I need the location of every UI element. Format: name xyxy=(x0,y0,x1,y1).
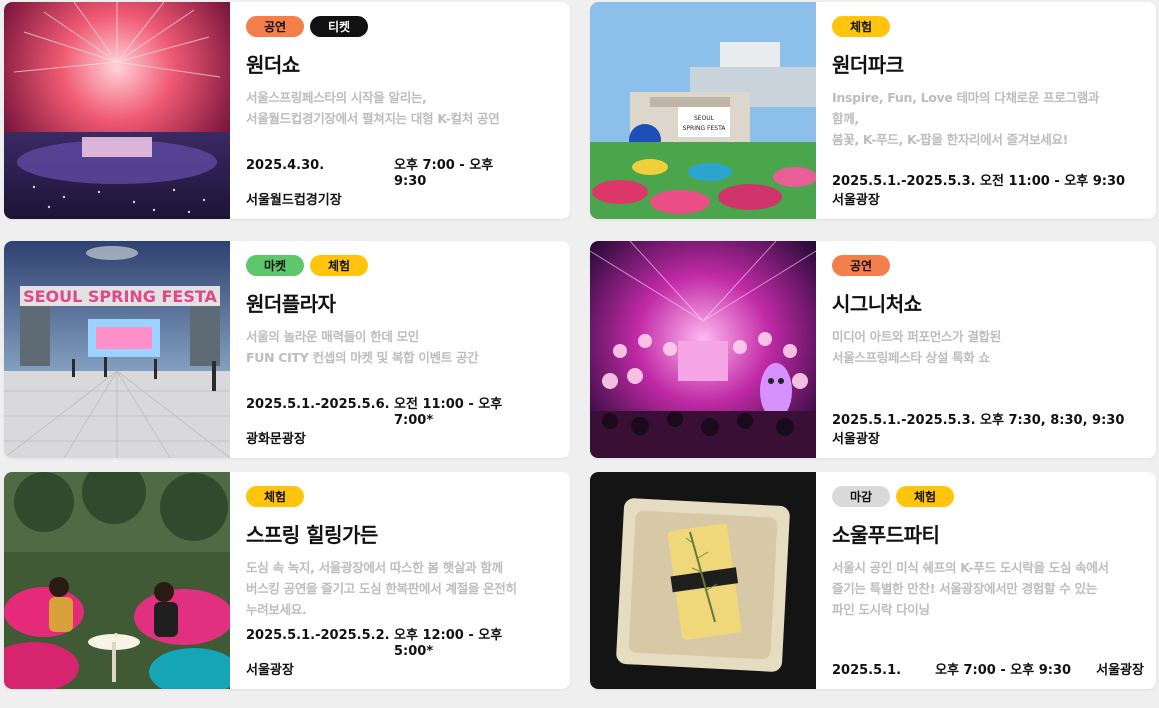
category-badge-performance: 공연 xyxy=(246,16,304,37)
event-image[interactable] xyxy=(590,241,816,458)
event-title[interactable]: 소울푸드파티 xyxy=(832,519,1144,548)
event-card-wonder-plaza[interactable]: SEOUL SPRING FESTA 마켓 체험 원더플라자 서울의 놀라운 매… xyxy=(4,241,570,458)
event-tags: 체험 xyxy=(832,16,1144,38)
event-description: Inspire, Fun, Love 테마의 다채로운 프로그램과 함께, 봄꽃… xyxy=(832,90,1100,147)
event-place: 광화문광장 xyxy=(246,432,306,447)
event-card-wonder-park[interactable]: SEOUL SPRING FESTA 체험 원더파크 Inspire, Fun,… xyxy=(590,2,1156,219)
event-meta: 2025.4.30. 오후 7:00 - 오후 9:30 서울월드컵경기장 xyxy=(246,158,558,209)
event-card-grid: 공연 티켓 원더쇼 서울스프링페스타의 시작을 알리는, 서울월드컵경기장에서 … xyxy=(0,0,1159,708)
event-image[interactable] xyxy=(4,472,230,689)
event-meta: 2025.5.1.-2025.5.3. 오후 7:30, 8:30, 9:30 … xyxy=(832,413,1144,448)
event-description: 서울스프링페스타의 시작을 알리는, 서울월드컵경기장에서 펼쳐지는 대형 K-… xyxy=(246,90,500,126)
event-time: 오후 7:00 - 오후 9:30 xyxy=(935,663,1072,678)
event-image[interactable] xyxy=(590,472,816,689)
category-badge-ticket: 티켓 xyxy=(310,16,368,37)
event-time: 오전 11:00 - 오후 7:00* xyxy=(394,397,503,428)
event-image[interactable] xyxy=(4,2,230,219)
event-description: 서울의 놀라운 매력들이 한데 모인 FUN CITY 컨셉의 마켓 및 복합 … xyxy=(246,329,479,365)
event-info: 공연 시그니처쇼 미디어 아트와 퍼포먼스가 결합된 서울스프링페스타 상설 특… xyxy=(832,255,1144,448)
event-tags: 마켓 체험 xyxy=(246,255,558,277)
event-title[interactable]: 원더파크 xyxy=(832,49,1144,78)
event-place: 서울광장 xyxy=(832,193,880,208)
event-place: 서울광장 xyxy=(1096,663,1144,678)
event-date: 2025.5.1.-2025.5.3. xyxy=(832,174,976,189)
image-sign-text: SEOUL xyxy=(694,115,715,122)
event-card-signature-show[interactable]: 공연 시그니처쇼 미디어 아트와 퍼포먼스가 결합된 서울스프링페스타 상설 특… xyxy=(590,241,1156,458)
category-badge-experience: 체험 xyxy=(310,255,368,276)
svg-text:SPRING FESTA: SPRING FESTA xyxy=(683,125,727,132)
event-time: 오전 11:00 - 오후 9:30 xyxy=(980,174,1126,189)
event-title[interactable]: 원더플라자 xyxy=(246,288,558,317)
event-meta: 2025.5.1.-2025.5.3. 오전 11:00 - 오후 9:30 서… xyxy=(832,174,1144,209)
category-badge-experience: 체험 xyxy=(246,486,304,507)
category-badge-market: 마켓 xyxy=(246,255,304,276)
event-tags: 마감 체험 xyxy=(832,486,1144,508)
event-card-wonder-show[interactable]: 공연 티켓 원더쇼 서울스프링페스타의 시작을 알리는, 서울월드컵경기장에서 … xyxy=(4,2,570,219)
event-info: 마켓 체험 원더플라자 서울의 놀라운 매력들이 한데 모인 FUN CITY … xyxy=(246,255,558,448)
event-info: 체험 원더파크 Inspire, Fun, Love 테마의 다채로운 프로그램… xyxy=(832,16,1144,209)
event-title[interactable]: 원더쇼 xyxy=(246,49,558,78)
event-date: 2025.5.1.-2025.5.2. xyxy=(246,628,390,643)
event-info: 공연 티켓 원더쇼 서울스프링페스타의 시작을 알리는, 서울월드컵경기장에서 … xyxy=(246,16,558,209)
event-place: 서울월드컵경기장 xyxy=(246,193,342,208)
event-info: 체험 스프링 힐링가든 도심 속 녹지, 서울광장에서 따스한 봄 햇살과 함께… xyxy=(246,486,558,679)
event-description: 서울시 공인 미식 쉐프의 K-푸드 도시락을 도심 속에서 즐기는 특별한 만… xyxy=(832,560,1109,617)
event-description: 도심 속 녹지, 서울광장에서 따스한 봄 햇살과 함께 버스킹 공연을 즐기고… xyxy=(246,560,517,617)
event-date: 2025.5.1.-2025.5.3. xyxy=(832,413,976,428)
category-badge-experience: 체험 xyxy=(832,16,890,37)
event-info: 마감 체험 소울푸드파티 서울시 공인 미식 쉐프의 K-푸드 도시락을 도심 … xyxy=(832,486,1144,679)
event-date: 2025.5.1.-2025.5.6. xyxy=(246,397,390,412)
event-meta: 2025.5.1.-2025.5.6. 오전 11:00 - 오후 7:00* … xyxy=(246,397,558,448)
image-sign-text: SEOUL SPRING FESTA xyxy=(23,287,217,306)
event-place: 서울광장 xyxy=(246,663,294,678)
event-date: 2025.5.1. xyxy=(832,663,902,678)
event-card-soul-food-party[interactable]: 마감 체험 소울푸드파티 서울시 공인 미식 쉐프의 K-푸드 도시락을 도심 … xyxy=(590,472,1156,689)
event-time: 오후 7:00 - 오후 9:30 xyxy=(394,158,494,189)
event-tags: 공연 xyxy=(832,255,1144,277)
event-image[interactable]: SEOUL SPRING FESTA xyxy=(590,2,816,219)
category-badge-performance: 공연 xyxy=(832,255,890,276)
event-title[interactable]: 시그니처쇼 xyxy=(832,288,1144,317)
event-tags: 체험 xyxy=(246,486,558,508)
event-title[interactable]: 스프링 힐링가든 xyxy=(246,519,558,548)
event-tags: 공연 티켓 xyxy=(246,16,558,38)
event-description: 미디어 아트와 퍼포먼스가 결합된 서울스프링페스타 상설 특화 쇼 xyxy=(832,329,1001,365)
event-meta: 2025.5.1. 오후 7:00 - 오후 9:30 서울광장 xyxy=(832,663,1144,679)
category-badge-experience: 체험 xyxy=(896,486,954,507)
event-image[interactable]: SEOUL SPRING FESTA xyxy=(4,241,230,458)
event-place: 서울광장 xyxy=(832,432,880,447)
status-badge-closed: 마감 xyxy=(832,486,890,507)
event-time: 오후 7:30, 8:30, 9:30 xyxy=(980,413,1125,428)
event-meta: 2025.5.1.-2025.5.2. 오후 12:00 - 오후 5:00* … xyxy=(246,628,558,679)
event-time: 오후 12:00 - 오후 5:00* xyxy=(394,628,503,659)
event-date: 2025.4.30. xyxy=(246,158,325,173)
event-card-spring-healing-garden[interactable]: 체험 스프링 힐링가든 도심 속 녹지, 서울광장에서 따스한 봄 햇살과 함께… xyxy=(4,472,570,689)
